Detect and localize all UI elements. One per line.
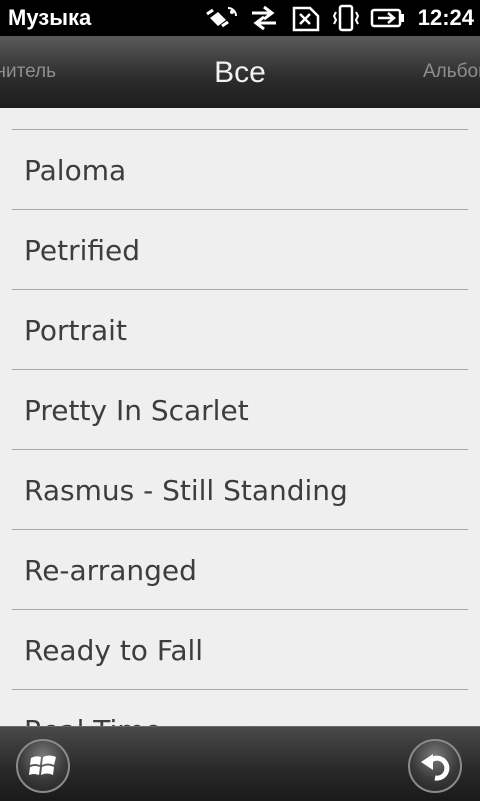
data-transfer-icon [252, 5, 276, 31]
song-title: Re-arranged [24, 554, 197, 587]
song-rows: Paloma Petrified Portrait Pretty In Scar… [12, 129, 468, 726]
song-title: Rasmus - Still Standing [24, 474, 348, 507]
list-item[interactable]: Real Time [12, 690, 468, 726]
song-title: Pretty In Scarlet [24, 394, 249, 427]
no-sim-icon [292, 6, 320, 32]
song-title: Portrait [24, 314, 127, 347]
list-item[interactable]: Paloma [12, 130, 468, 210]
app-title: Музыка [8, 5, 92, 30]
list-item[interactable]: Pretty In Scarlet [12, 370, 468, 450]
list-item[interactable]: Rasmus - Still Standing [12, 450, 468, 530]
vibrate-icon [332, 4, 360, 32]
status-bar: Музыка 12:24 [0, 0, 480, 36]
list-item[interactable]: Ready to Fall [12, 610, 468, 690]
battery-charging-icon [370, 8, 404, 28]
category-tab-bar[interactable]: Исполнитель Все Альбом [0, 36, 480, 108]
back-button[interactable] [408, 739, 462, 793]
list-item[interactable]: Petrified [12, 210, 468, 290]
song-title: Petrified [24, 234, 141, 267]
clock: 12:24 [417, 5, 474, 30]
list-item[interactable]: Portrait [12, 290, 468, 370]
windows-start-icon [29, 755, 56, 775]
gps-icon [206, 7, 237, 28]
song-title: Ready to Fall [24, 634, 204, 667]
song-title: Real Time [24, 690, 162, 726]
start-button[interactable] [16, 739, 70, 793]
tab-next[interactable]: Альбом [423, 36, 480, 108]
song-list[interactable]: Paloma Petrified Portrait Pretty In Scar… [0, 108, 480, 726]
tab-current[interactable]: Все [0, 36, 480, 108]
song-title: Paloma [24, 154, 127, 187]
list-item[interactable]: Re-arranged [12, 530, 468, 610]
back-arrow-icon [421, 754, 450, 781]
soft-key-bar [0, 726, 480, 801]
